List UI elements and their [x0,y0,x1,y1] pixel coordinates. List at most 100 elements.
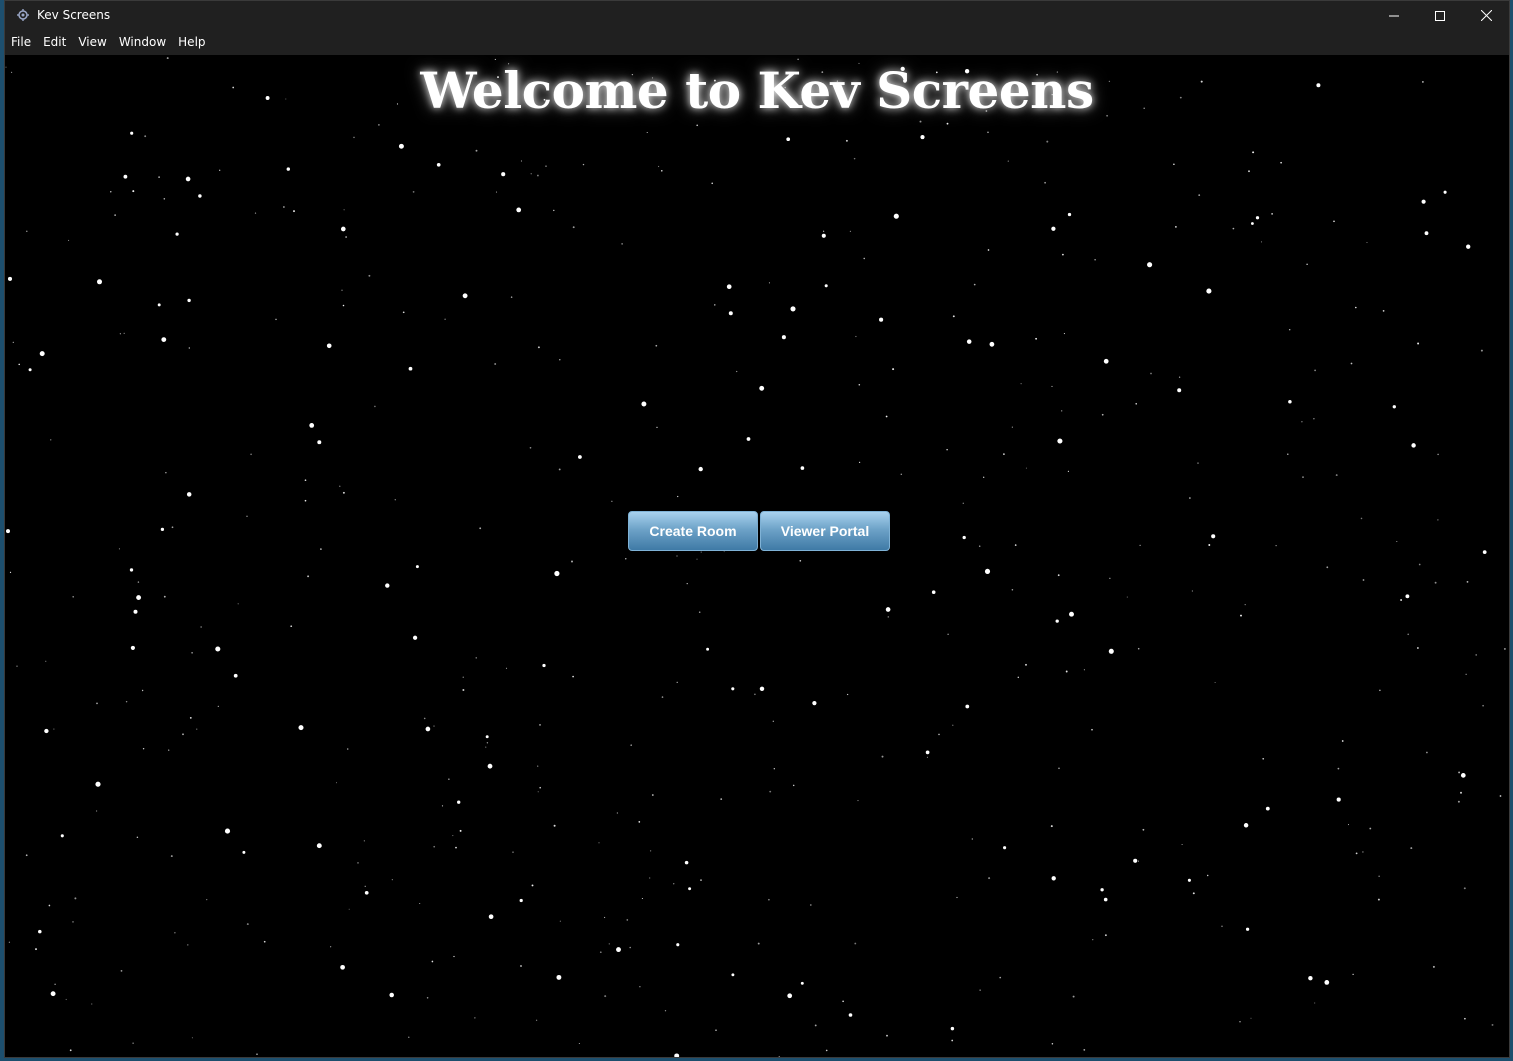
close-button[interactable] [1463,1,1509,29]
star [130,131,134,135]
create-room-button[interactable]: Create Room [628,511,758,551]
star [1499,795,1502,797]
star [781,335,786,340]
title-bar[interactable]: Kev Screens [5,1,1509,29]
gear-icon [15,7,31,23]
star [559,358,561,361]
star [125,700,128,703]
star [118,548,120,550]
star [1482,704,1484,707]
star [854,942,857,945]
star [1400,599,1403,601]
star [1378,875,1380,877]
star [50,439,52,441]
star [1173,163,1175,166]
star [1360,517,1363,520]
star [441,805,444,807]
star [881,755,884,758]
star [641,897,643,900]
star [1411,443,1416,448]
star [357,862,359,864]
star [1362,851,1364,853]
star [246,515,248,518]
star [346,748,349,750]
star [53,728,55,730]
star [608,943,610,945]
star [821,233,826,238]
star [1417,342,1420,345]
star [74,897,77,900]
star [1280,161,1282,164]
viewer-portal-button[interactable]: Viewer Portal [760,511,890,551]
star [1051,1043,1054,1045]
star [1405,594,1410,599]
star [1065,670,1068,673]
star [35,948,37,951]
close-icon [1480,6,1492,25]
star [166,57,169,60]
star [919,120,922,123]
star [163,198,166,200]
star [688,887,692,891]
star [69,1049,72,1052]
star [160,527,165,532]
star [572,675,574,678]
star [1063,333,1065,335]
star [978,545,981,547]
star [200,626,202,628]
star [519,898,523,903]
star [1035,337,1037,340]
maximize-icon [1435,6,1445,25]
star [720,798,723,800]
star [110,191,112,193]
menu-edit[interactable]: Edit [37,29,72,55]
star [132,190,135,193]
minimize-icon [1389,6,1399,25]
star [857,800,859,802]
minimize-button[interactable] [1371,1,1417,29]
star [920,135,925,140]
star [1014,544,1017,546]
star [1061,410,1063,412]
menu-file[interactable]: File [5,29,37,55]
starfield-canvas: Welcome to Kev Screens Create Room Viewe… [5,55,1509,1057]
star [1011,426,1013,428]
star [1463,887,1466,890]
maximize-button[interactable] [1417,1,1463,29]
star [488,914,494,920]
star [398,143,404,149]
star [256,1053,258,1056]
star [950,1026,955,1031]
star [858,461,861,464]
star [1475,654,1478,656]
star [1424,231,1429,236]
star [1137,860,1139,862]
star [1025,663,1027,666]
star [186,492,192,497]
star [1426,751,1428,754]
star [754,693,756,696]
star [539,724,541,726]
star [556,974,562,980]
star [123,332,125,335]
star [408,366,413,371]
star [304,479,307,482]
star [1392,405,1396,409]
star [50,991,56,997]
star [616,947,621,953]
star [1046,140,1049,143]
menu-view[interactable]: View [72,29,112,55]
star [391,879,393,881]
star [1382,310,1385,312]
star [938,733,940,736]
star [16,665,18,667]
star [158,176,160,178]
star [790,306,796,312]
star [141,689,144,692]
menu-help[interactable]: Help [172,29,211,55]
menu-window[interactable]: Window [113,29,172,55]
star [423,717,426,720]
star [845,139,848,142]
star [987,249,990,251]
star [1057,574,1060,577]
